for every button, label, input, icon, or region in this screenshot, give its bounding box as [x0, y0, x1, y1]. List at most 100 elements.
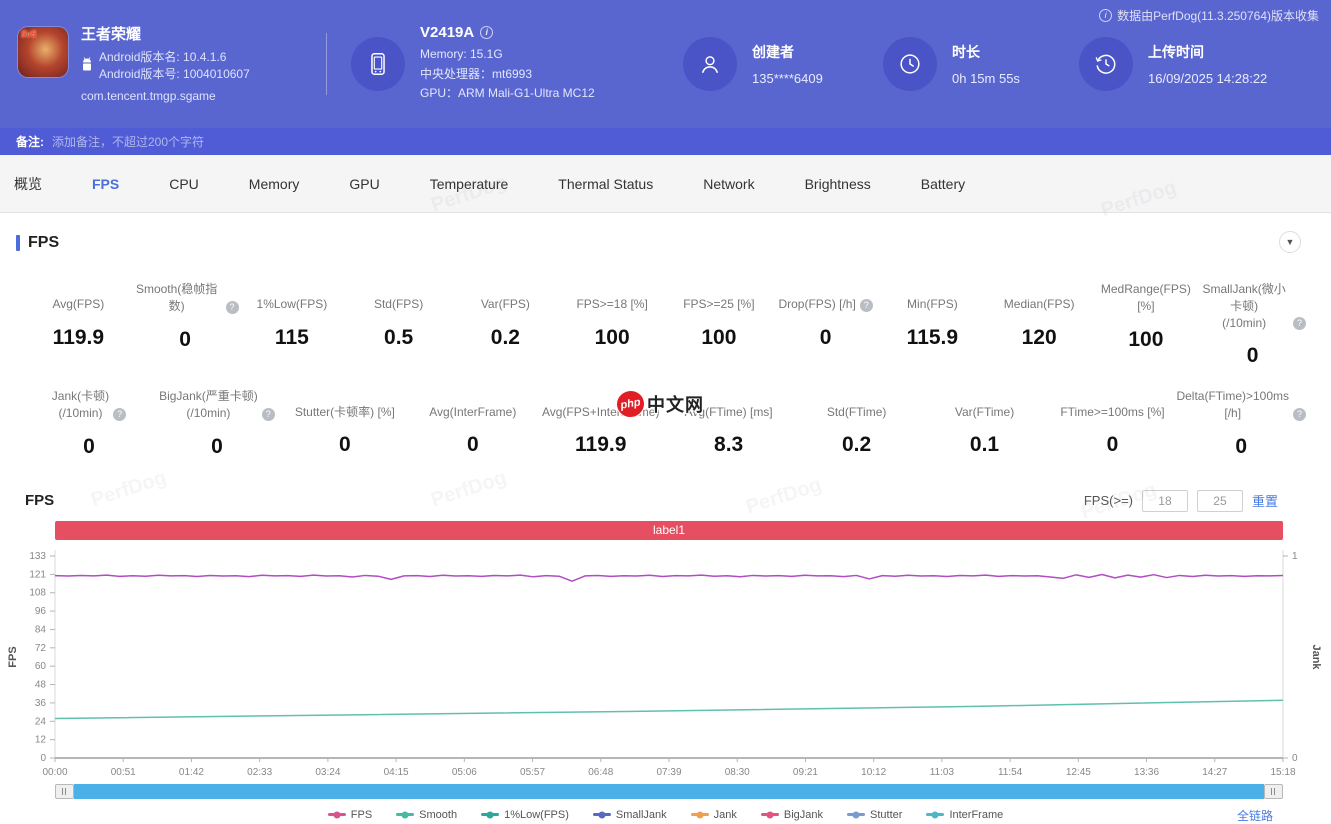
legend-item[interactable]: SmallJank [593, 809, 667, 821]
scrollbar-left-grip-icon[interactable] [55, 784, 74, 799]
legend-item[interactable]: InterFrame [926, 809, 1003, 821]
tab-memory[interactable]: Memory [249, 176, 325, 192]
stat-value: 0.2 [452, 326, 559, 350]
legend-label: Stutter [870, 809, 902, 821]
stat-cell: Jank(卡顿) (/10min) 0 [25, 388, 153, 459]
stat-label: Std(FPS) [345, 281, 452, 313]
tab-battery[interactable]: Battery [921, 176, 990, 192]
stat-cell: FPS>=25 [%] 100 [666, 281, 773, 368]
stat-label: 1%Low(FPS) [239, 281, 346, 313]
stat-cell: Var(FPS) 0.2 [452, 281, 559, 368]
stat-value: 0 [25, 435, 153, 459]
help-icon[interactable] [262, 408, 275, 421]
notes-bar[interactable]: 备注: 添加备注，不超过200个字符 [0, 128, 1331, 155]
svg-text:02:33: 02:33 [247, 767, 272, 778]
svg-text:12: 12 [35, 735, 47, 746]
app-title: 王者荣耀 [81, 23, 250, 44]
legend-marker-icon [926, 813, 944, 816]
legend-item[interactable]: Jank [691, 809, 737, 821]
stat-label: Avg(FTime) [ms] [665, 388, 793, 420]
svg-text:12:45: 12:45 [1066, 767, 1091, 778]
legend-item[interactable]: BigJank [761, 809, 823, 821]
svg-text:60: 60 [35, 661, 47, 672]
svg-text:00:00: 00:00 [42, 767, 67, 778]
stat-label-text: Min(FPS) [907, 296, 958, 313]
legend-marker-icon [761, 813, 779, 816]
tab-gpu[interactable]: GPU [349, 176, 404, 192]
device-model: V2419A [420, 24, 474, 41]
stat-label: Var(FTime) [921, 388, 1049, 420]
help-icon[interactable] [1293, 408, 1306, 421]
legend-marker-icon [328, 813, 346, 816]
fps-threshold-input-2[interactable] [1197, 490, 1243, 512]
tab-temperature[interactable]: Temperature [430, 176, 534, 192]
stat-value: 0 [281, 433, 409, 457]
stat-value: 0 [1049, 433, 1177, 457]
device-info-block: V2419A Memory: 15.1G 中央处理器：mt6993 GPU：AR… [351, 24, 683, 104]
svg-text:133: 133 [29, 551, 46, 562]
stat-label-text: 1%Low(FPS) [257, 296, 328, 313]
chart-title: FPS [25, 492, 54, 509]
device-cpu: 中央处理器：mt6993 [420, 65, 595, 85]
android-version-name: Android版本名: 10.4.1.6 [99, 49, 250, 66]
legend-marker-icon [481, 813, 499, 816]
tab-cpu[interactable]: CPU [169, 176, 224, 192]
legend-label: Jank [714, 809, 737, 821]
help-icon[interactable] [1293, 317, 1306, 330]
legend-marker-icon [593, 813, 611, 816]
stat-cell: MedRange(FPS)[%] 100 [1093, 281, 1200, 368]
svg-text:00:51: 00:51 [111, 767, 136, 778]
stat-value: 8.3 [665, 433, 793, 457]
collapse-section-button[interactable] [1279, 231, 1301, 253]
stat-label-text: Avg(FPS+InterFrame) [542, 404, 659, 421]
duration-value: 0h 15m 55s [952, 71, 1020, 86]
tab-network[interactable]: Network [703, 176, 779, 192]
stat-label: Avg(InterFrame) [409, 388, 537, 420]
stat-cell: 1%Low(FPS) 115 [239, 281, 346, 368]
stat-label-text: Avg(FTime) [ms] [685, 404, 773, 421]
stat-value: 119.9 [537, 433, 665, 457]
stat-value: 0 [153, 435, 281, 459]
android-icon [81, 54, 93, 78]
legend-item[interactable]: FPS [328, 809, 372, 821]
tab-brightness[interactable]: Brightness [805, 176, 896, 192]
svg-text:108: 108 [29, 588, 46, 599]
tab-label: GPU [349, 176, 379, 192]
upload-value: 16/09/2025 14:28:22 [1148, 71, 1267, 86]
stat-label-text: Var(FPS) [481, 296, 530, 313]
creator-value: 135****6409 [752, 71, 823, 86]
tab-thermal-status[interactable]: Thermal Status [558, 176, 678, 192]
tab-label: Battery [921, 176, 965, 192]
scrollbar-right-grip-icon[interactable] [1264, 784, 1283, 799]
stat-value: 0.5 [345, 326, 452, 350]
help-icon[interactable] [226, 301, 239, 314]
help-icon[interactable] [113, 408, 126, 421]
stat-cell: BigJank(严重卡顿) (/10min) 0 [153, 388, 281, 459]
tab-fps[interactable]: FPS [92, 176, 144, 192]
stat-cell: Drop(FPS) [/h] 0 [772, 281, 879, 368]
legend-item[interactable]: 1%Low(FPS) [481, 809, 569, 821]
app-icon-badge: 5v5 [21, 29, 36, 39]
chart-range-scrollbar [55, 784, 1283, 799]
stat-label-text: Std(FTime) [827, 404, 887, 421]
report-header: 5v5 王者荣耀 Android版本名 [0, 0, 1331, 155]
legend-label: InterFrame [949, 809, 1003, 821]
legend-marker-icon [396, 813, 414, 816]
legend-item[interactable]: Smooth [396, 809, 457, 821]
svg-text:05:06: 05:06 [452, 767, 477, 778]
tab-概览[interactable]: 概览 [14, 174, 67, 194]
scrollbar-track[interactable] [74, 784, 1264, 799]
svg-text:24: 24 [35, 716, 47, 727]
tab-label: Brightness [805, 176, 871, 192]
fps-threshold-input-1[interactable] [1142, 490, 1188, 512]
legend-label: BigJank [784, 809, 823, 821]
upload-label: 上传时间 [1148, 42, 1267, 62]
legend-item[interactable]: Stutter [847, 809, 902, 821]
fps-chart-canvas[interactable]: 012243648607284961081211330100:0000:5101… [0, 546, 1331, 782]
legend-marker-icon [691, 813, 709, 816]
info-icon[interactable] [480, 26, 493, 39]
help-icon[interactable] [860, 299, 873, 312]
reset-button[interactable]: 重置 [1252, 491, 1278, 510]
svg-text:03:24: 03:24 [315, 767, 340, 778]
stat-label-text: Avg(InterFrame) [429, 404, 516, 421]
